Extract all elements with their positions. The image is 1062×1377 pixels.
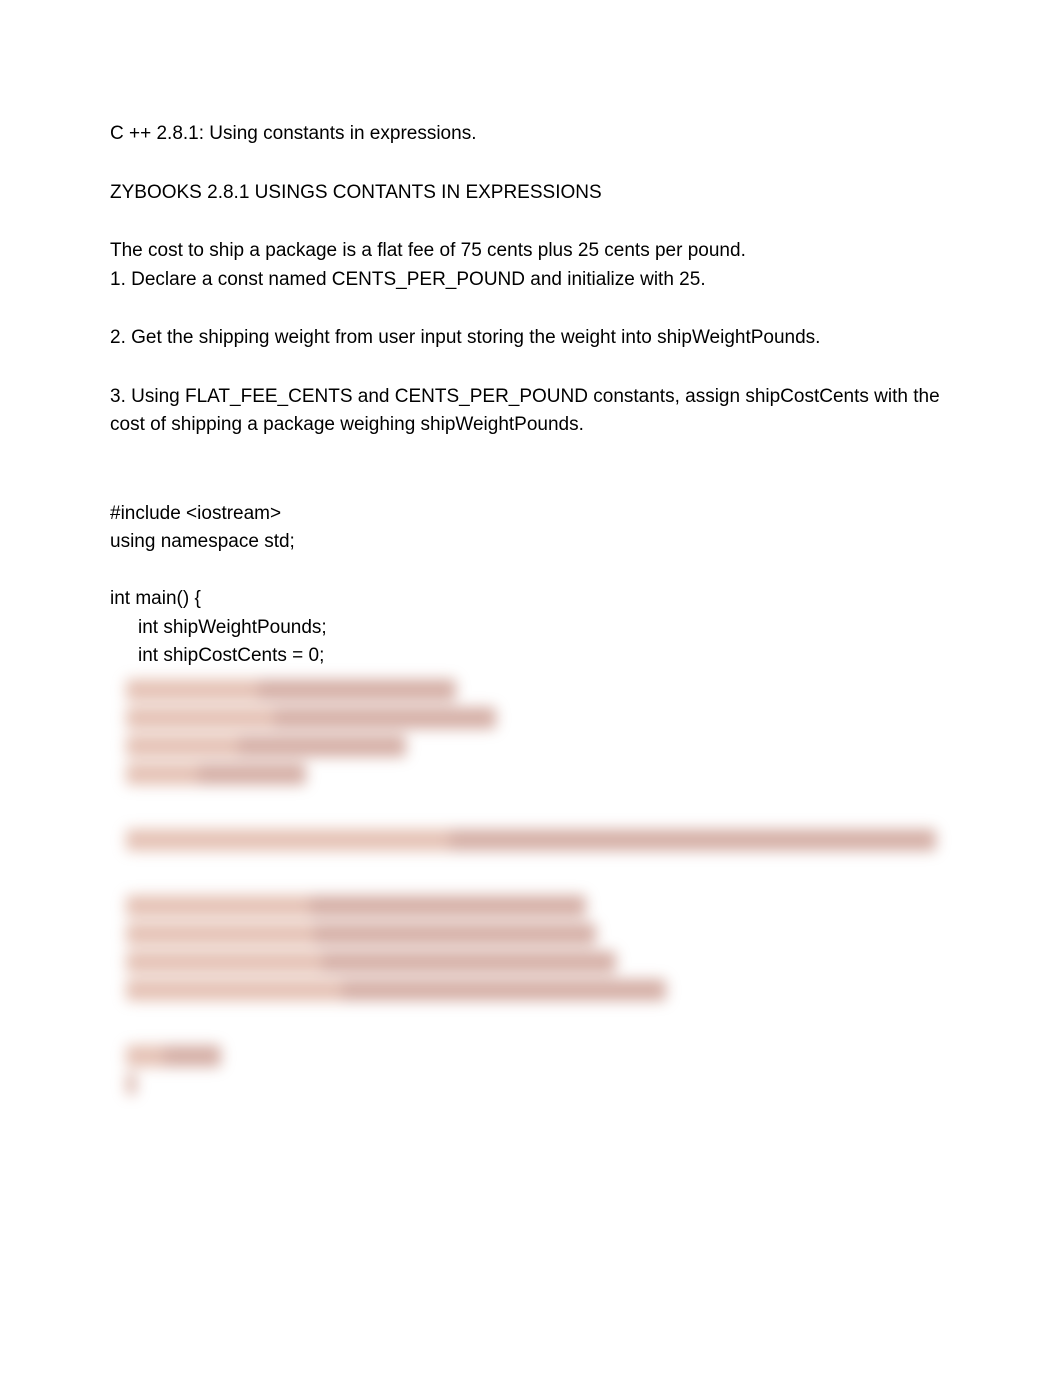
step-3-line-1: 3. Using FLAT_FEE_CENTS and CENTS_PER_PO… <box>110 383 952 412</box>
step-3-line-2: cost of shipping a package weighing ship… <box>110 411 952 440</box>
code-var-weight: int shipWeightPounds; <box>110 614 952 643</box>
blurred-content <box>110 679 952 1095</box>
code-blank-1 <box>110 557 952 586</box>
blur-group-2 <box>110 829 952 851</box>
subtitle: ZYBOOKS 2.8.1 USINGS CONTANTS IN EXPRESS… <box>110 179 952 208</box>
blur-group-4 <box>110 1045 952 1095</box>
page-title: C ++ 2.8.1: Using constants in expressio… <box>110 120 952 149</box>
intro-paragraph: The cost to ship a package is a flat fee… <box>110 237 952 294</box>
step-3: 3. Using FLAT_FEE_CENTS and CENTS_PER_PO… <box>110 383 952 440</box>
code-block: #include <iostream> using namespace std;… <box>110 500 952 671</box>
intro-line-2: 1. Declare a const named CENTS_PER_POUND… <box>110 266 952 295</box>
code-main: int main() { <box>110 585 952 614</box>
code-var-cost: int shipCostCents = 0; <box>110 642 952 671</box>
code-include: #include <iostream> <box>110 500 952 529</box>
intro-line-1: The cost to ship a package is a flat fee… <box>110 237 952 266</box>
code-using: using namespace std; <box>110 528 952 557</box>
blur-group-3 <box>110 895 952 1001</box>
step-2: 2. Get the shipping weight from user inp… <box>110 324 952 353</box>
blur-group-1 <box>110 679 952 785</box>
